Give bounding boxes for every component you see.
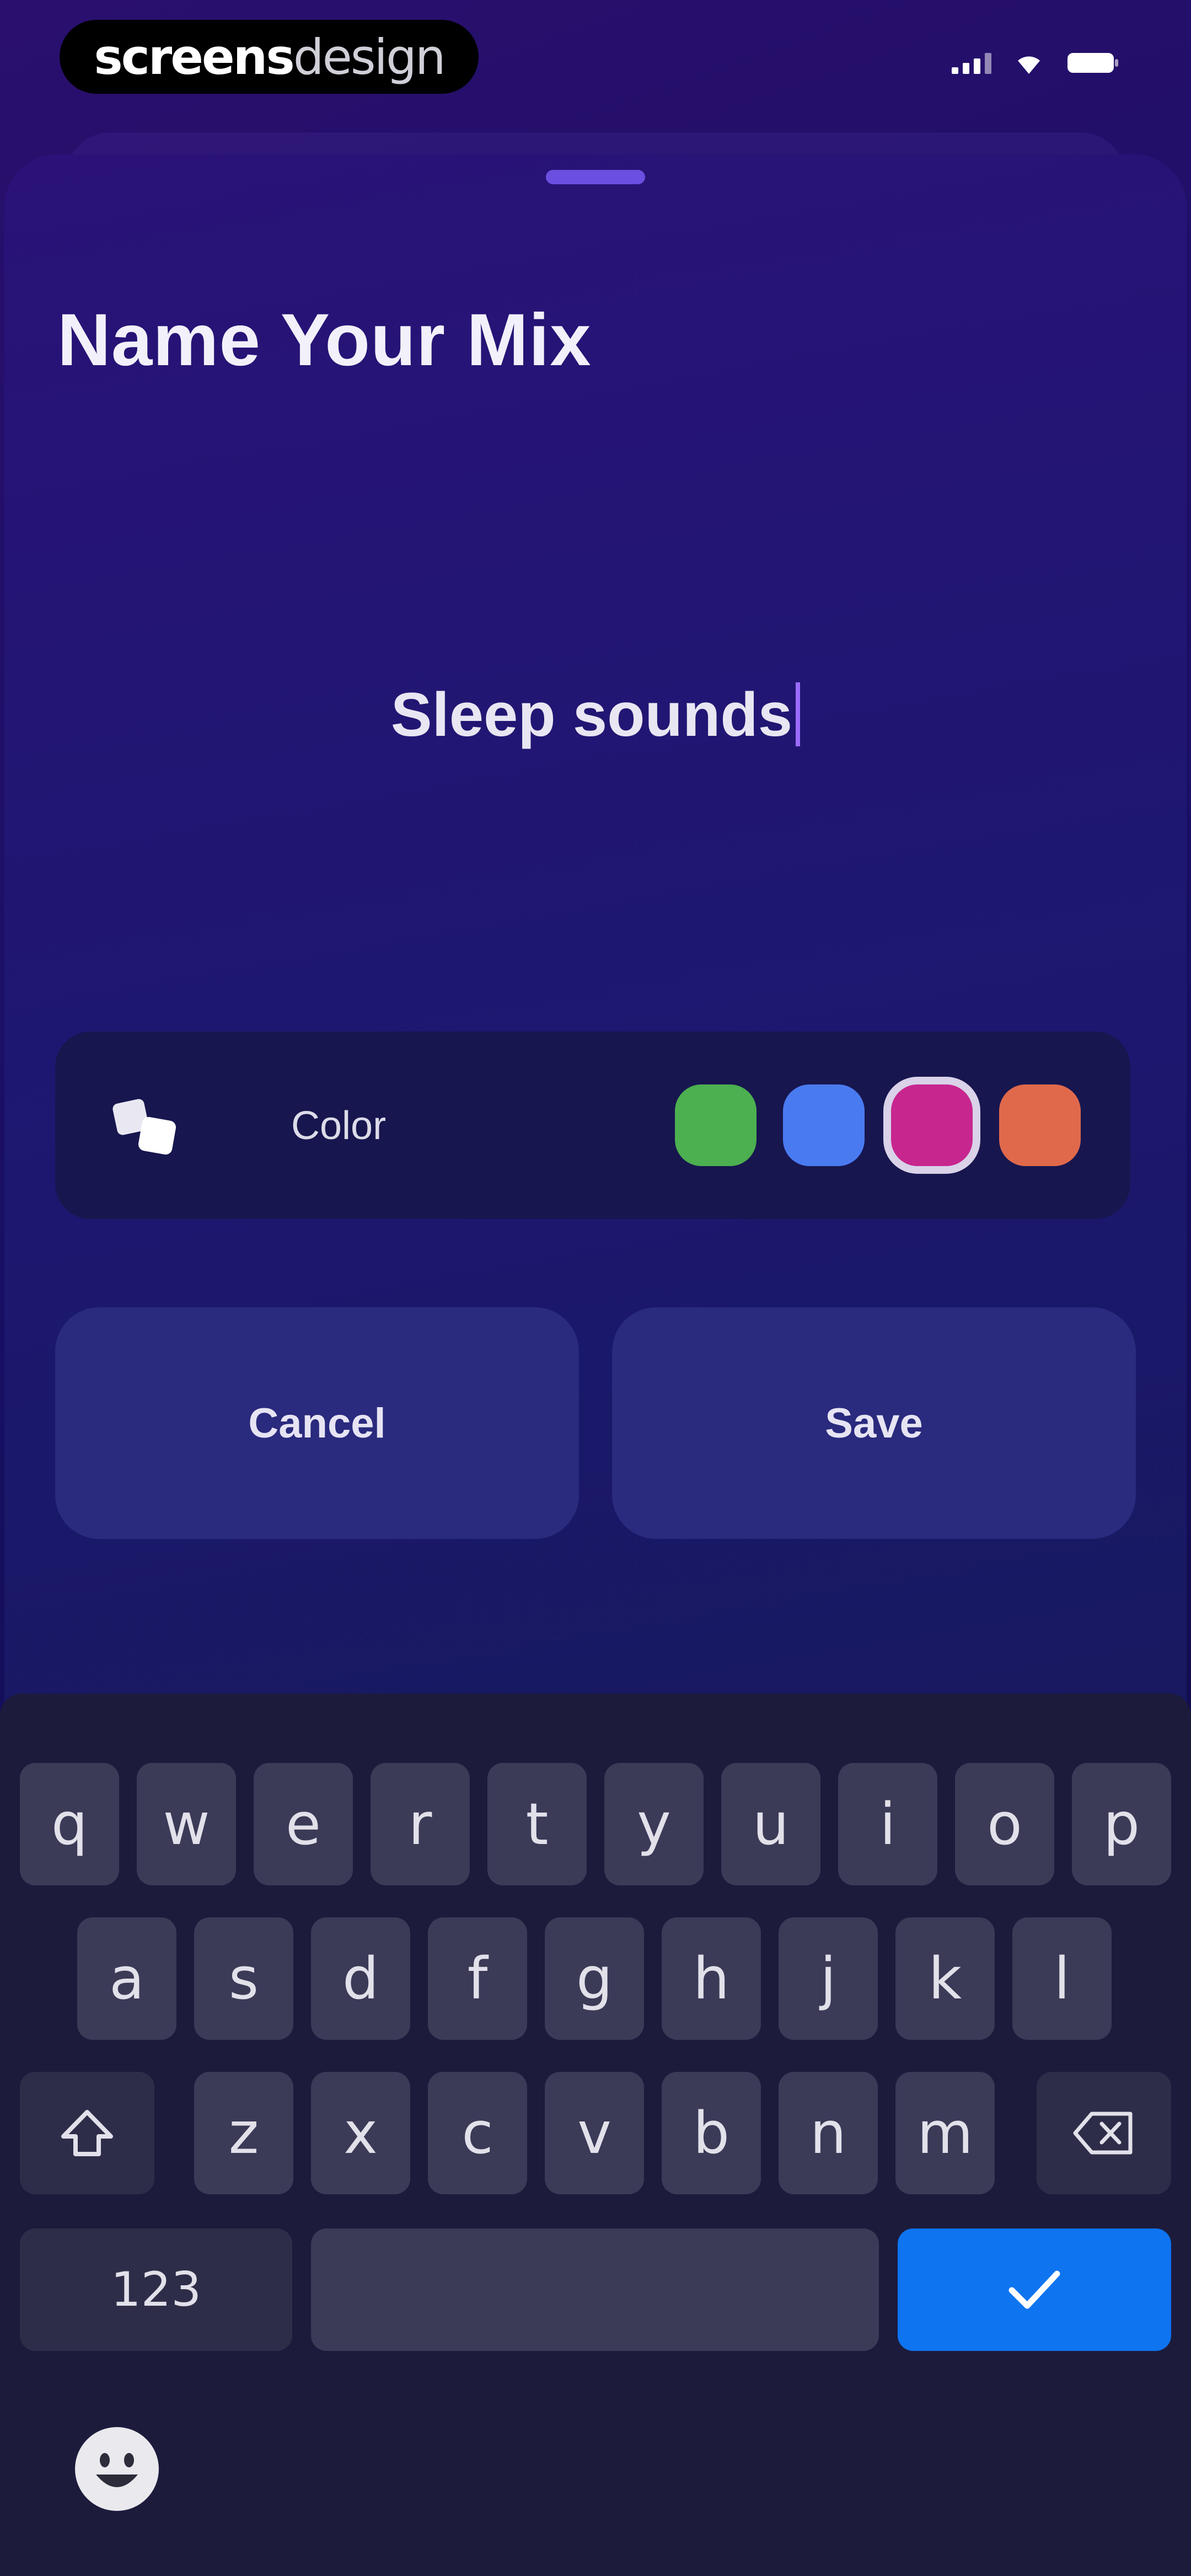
key-q[interactable]: q — [20, 1763, 119, 1885]
key-a[interactable]: a — [77, 1917, 176, 2040]
key-f[interactable]: f — [428, 1917, 527, 2040]
color-swatch-green[interactable] — [675, 1084, 757, 1166]
key-r[interactable]: r — [371, 1763, 470, 1885]
key-d[interactable]: d — [311, 1917, 410, 2040]
emoji-icon — [78, 2430, 155, 2508]
cellular-signal-icon — [952, 52, 991, 74]
color-swatches — [675, 1084, 1081, 1166]
key-h[interactable]: h — [662, 1917, 761, 2040]
done-key[interactable] — [898, 2228, 1171, 2351]
key-b[interactable]: b — [662, 2072, 761, 2194]
key-u[interactable]: u — [721, 1763, 820, 1885]
mix-name-value: Sleep sounds — [390, 680, 793, 749]
key-e[interactable]: e — [254, 1763, 353, 1885]
key-g[interactable]: g — [545, 1917, 644, 2040]
wifi-icon — [1013, 51, 1044, 75]
key-l[interactable]: l — [1012, 1917, 1112, 2040]
brand-logo: screens design — [60, 20, 479, 94]
numbers-key[interactable]: 123 — [20, 2228, 292, 2351]
text-cursor — [796, 682, 801, 746]
status-icons — [952, 51, 1119, 75]
color-swatch-orange[interactable] — [999, 1084, 1081, 1166]
sheet-grabber-handle[interactable] — [546, 170, 645, 184]
backspace-key[interactable] — [1037, 2072, 1171, 2194]
brand-text-part1: screens — [94, 28, 294, 85]
color-palette-icon — [108, 1093, 185, 1159]
shift-icon — [61, 2110, 113, 2156]
color-label: Color — [291, 1104, 387, 1148]
shift-key[interactable] — [20, 2072, 154, 2194]
battery-icon — [1066, 51, 1119, 75]
key-m[interactable]: m — [895, 2072, 995, 2194]
cancel-button[interactable]: Cancel — [55, 1307, 579, 1539]
checkmark-icon — [1008, 2270, 1060, 2309]
color-picker-row: Color — [55, 1032, 1130, 1219]
status-bar: screens design — [0, 0, 1191, 121]
key-t[interactable]: t — [487, 1763, 587, 1885]
key-w[interactable]: w — [137, 1763, 236, 1885]
key-j[interactable]: j — [779, 1917, 878, 2040]
key-p[interactable]: p — [1072, 1763, 1171, 1885]
key-y[interactable]: y — [604, 1763, 704, 1885]
key-c[interactable]: c — [428, 2072, 527, 2194]
emoji-button[interactable] — [75, 2427, 159, 2511]
page-title: Name Your Mix — [57, 299, 592, 381]
color-swatch-magenta[interactable] — [891, 1084, 973, 1166]
key-v[interactable]: v — [545, 2072, 644, 2194]
backspace-icon — [1073, 2112, 1133, 2155]
key-z[interactable]: z — [194, 2072, 293, 2194]
key-k[interactable]: k — [895, 1917, 995, 2040]
mix-name-input[interactable]: Sleep sounds — [165, 673, 1026, 756]
space-key[interactable] — [311, 2228, 879, 2351]
key-o[interactable]: o — [955, 1763, 1054, 1885]
onscreen-keyboard: q w e r t y u i o p a s d f g h j k l z … — [0, 1693, 1191, 2576]
key-n[interactable]: n — [779, 2072, 878, 2194]
key-x[interactable]: x — [311, 2072, 410, 2194]
key-i[interactable]: i — [838, 1763, 937, 1885]
key-s[interactable]: s — [194, 1917, 293, 2040]
color-swatch-blue[interactable] — [783, 1084, 865, 1166]
save-button[interactable]: Save — [612, 1307, 1136, 1539]
brand-text-part2: design — [293, 28, 446, 85]
